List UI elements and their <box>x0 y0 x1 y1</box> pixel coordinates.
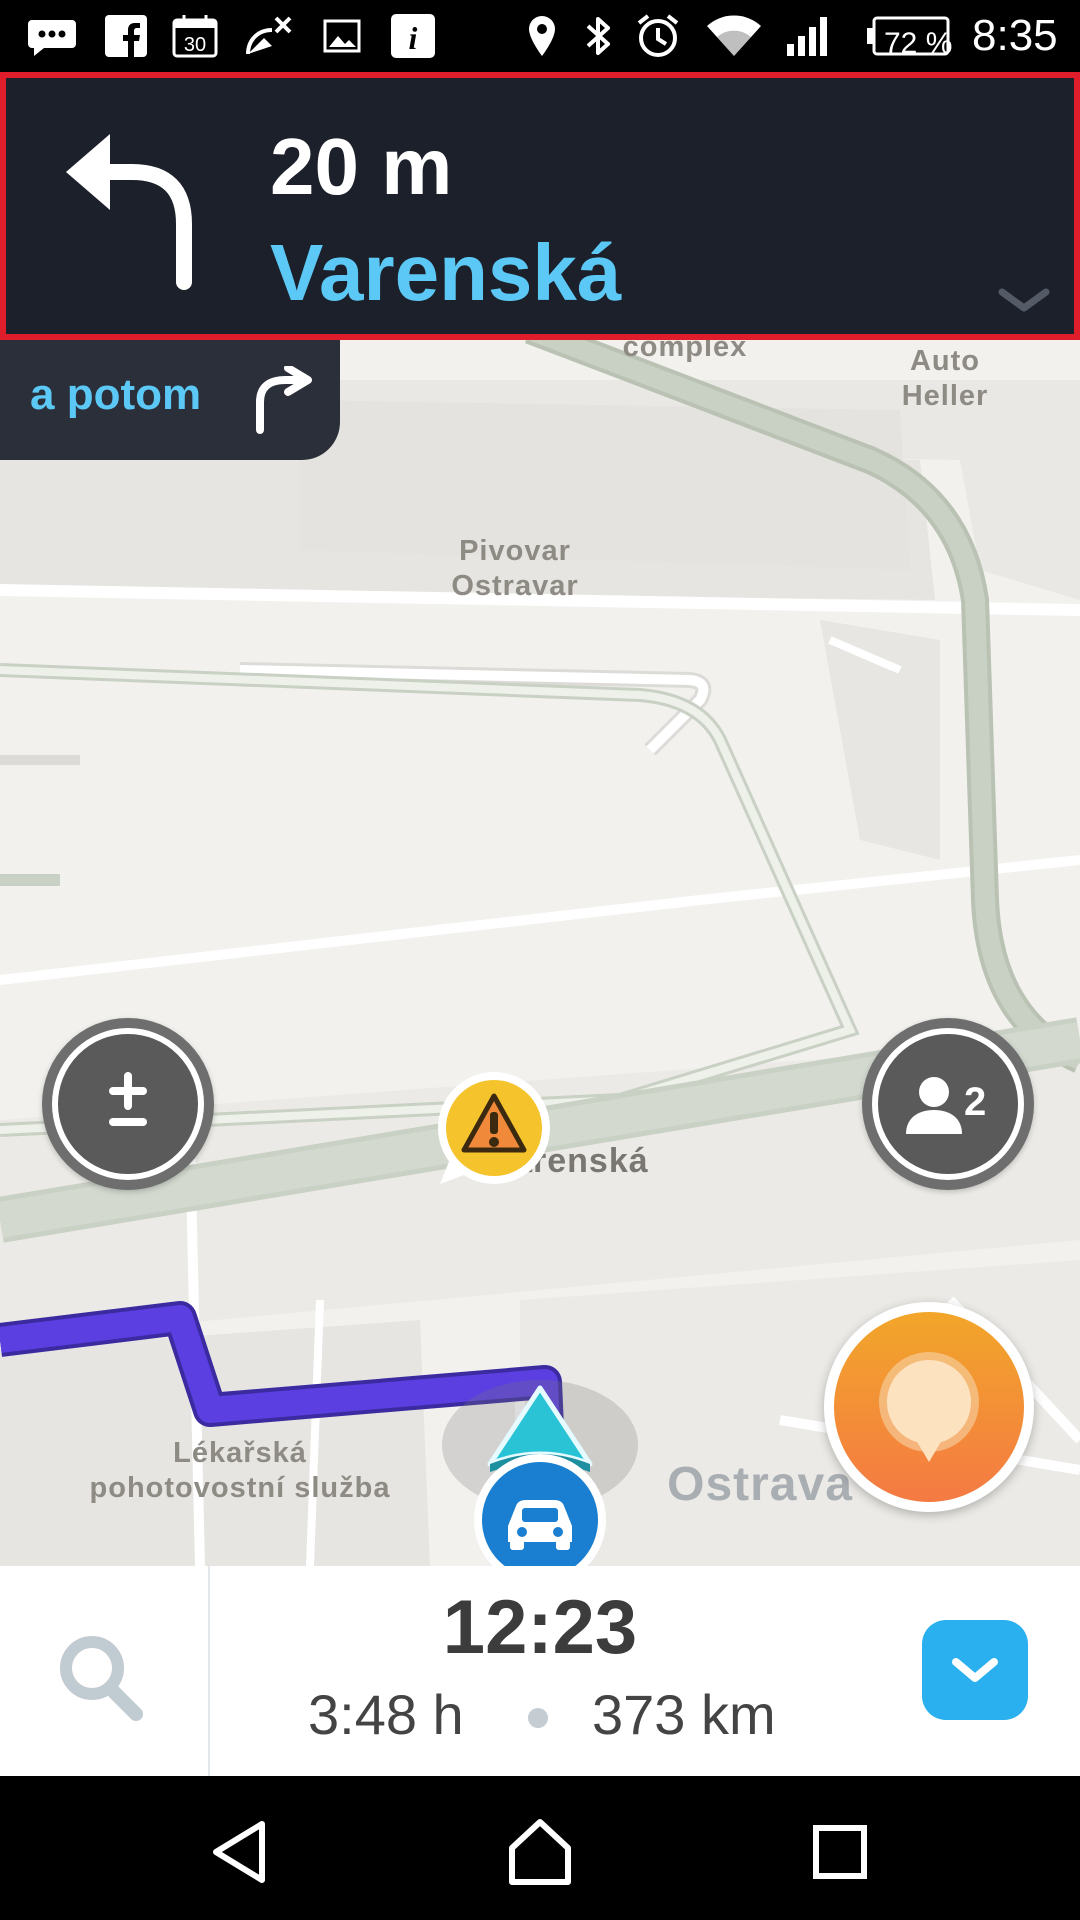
map-label-lekarska: Lékařská pohotovostní služba <box>89 1437 391 1504</box>
current-location-marker <box>440 1380 640 1602</box>
zoom-button[interactable] <box>42 1018 214 1190</box>
maneuver-distance: 20 m <box>270 122 453 211</box>
svg-text:30: 30 <box>184 34 206 56</box>
recents-button[interactable] <box>800 1812 880 1892</box>
chevron-down-icon[interactable] <box>998 286 1050 314</box>
back-icon <box>213 1821 265 1883</box>
eta-bar: 12:23 3:48 h 373 km <box>0 1566 1080 1776</box>
turn-instruction-panel[interactable]: 20 m Varenská <box>0 72 1080 340</box>
report-button-face <box>834 1312 1024 1502</box>
map[interactable]: complex Auto Heller Pivovar Ostravar Var… <box>0 316 1080 1602</box>
wifi-icon <box>704 14 764 58</box>
home-icon <box>509 1819 571 1885</box>
arrival-time[interactable]: 12:23 <box>0 1584 1080 1672</box>
bluetooth-icon <box>580 14 616 58</box>
nearby-users-face: 2 <box>872 1028 1024 1180</box>
zoom-button-face <box>52 1028 204 1180</box>
zoom-plus-minus-icon <box>109 1072 147 1126</box>
separator-dot <box>528 1708 548 1728</box>
chevron-down-icon <box>952 1658 998 1682</box>
alarm-icon <box>634 14 682 58</box>
no-satellite-icon <box>244 14 294 58</box>
report-pin-icon <box>879 1352 979 1462</box>
expand-button[interactable] <box>922 1620 1028 1720</box>
system-navigation-bar <box>0 1776 1080 1920</box>
user-icon <box>906 1077 962 1134</box>
warning-icon <box>438 1072 550 1184</box>
trip-duration: 3:48 h <box>308 1683 464 1746</box>
location-icon <box>524 14 560 58</box>
next-turn-chip[interactable]: a potom <box>0 340 340 460</box>
back-button[interactable] <box>202 1812 282 1892</box>
battery-percent: 72 % <box>884 27 953 60</box>
info-icon: i <box>390 14 436 58</box>
facebook-icon <box>104 14 148 58</box>
calendar-icon: 30 <box>172 14 218 58</box>
turn-right-icon <box>256 366 312 434</box>
recents-icon <box>813 1825 867 1879</box>
nearby-users-button[interactable]: 2 <box>862 1018 1034 1190</box>
nearby-users-count: 2 <box>964 1080 987 1124</box>
report-button[interactable] <box>824 1302 1034 1512</box>
status-bar: 30 i 72 % 8:35 <box>0 0 1080 72</box>
turn-left-icon <box>66 134 192 290</box>
signal-icon <box>784 14 834 58</box>
home-button[interactable] <box>500 1812 580 1892</box>
svg-text:i: i <box>409 20 418 56</box>
hazard-alert-pin[interactable] <box>432 1072 552 1192</box>
trip-distance: 373 km <box>592 1683 776 1746</box>
chat-icon <box>26 14 78 58</box>
map-label-pivovar: Pivovar Ostravar <box>451 535 579 602</box>
next-turn-label: a potom <box>30 370 202 419</box>
image-icon <box>322 14 362 58</box>
clock: 8:35 <box>972 11 1058 60</box>
map-label-auto-heller: Auto Heller <box>901 345 989 412</box>
maneuver-street: Varenská <box>270 228 622 317</box>
